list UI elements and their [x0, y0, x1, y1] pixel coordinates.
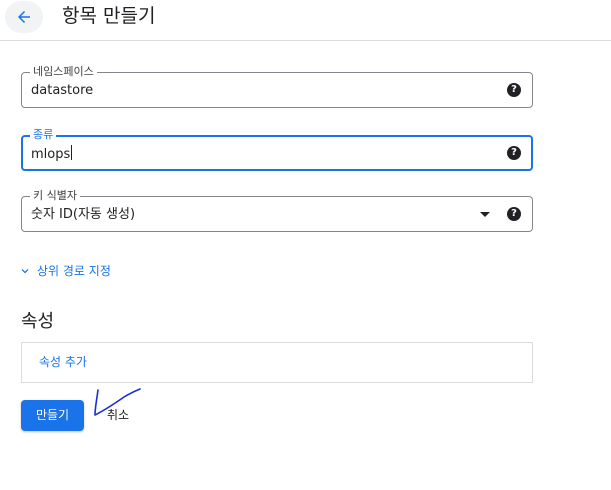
page-title: 항목 만들기	[62, 5, 156, 27]
key-identifier-label: 키 식별자	[30, 189, 80, 203]
page-header: 항목 만들기	[0, 0, 611, 41]
text-cursor	[71, 145, 73, 160]
add-property-button[interactable]: 속성 추가	[39, 354, 87, 370]
help-icon[interactable]: ?	[507, 207, 521, 221]
kind-input[interactable]: mlops	[31, 145, 73, 163]
namespace-field[interactable]: 네임스페이스 datastore ?	[21, 65, 533, 108]
properties-heading: 속성	[21, 311, 55, 332]
cancel-button[interactable]: 취소	[107, 407, 129, 423]
arrow-back-icon	[18, 11, 30, 23]
properties-panel: 속성 추가	[21, 342, 533, 383]
key-identifier-value: 숫자 ID(자동 생성)	[31, 207, 136, 222]
chevron-down-icon	[21, 269, 29, 274]
help-icon[interactable]: ?	[507, 83, 521, 97]
kind-field[interactable]: 종류 mlops ?	[21, 128, 533, 171]
key-identifier-select[interactable]: 키 식별자 숫자 ID(자동 생성) ?	[21, 189, 533, 232]
kind-label: 종류	[30, 128, 57, 142]
back-button[interactable]	[5, 1, 43, 33]
ancestor-path-toggle[interactable]: 상위 경로 지정	[18, 263, 111, 279]
namespace-label: 네임스페이스	[30, 65, 97, 79]
help-icon[interactable]: ?	[507, 146, 521, 160]
create-button[interactable]: 만들기	[21, 400, 84, 431]
kind-value: mlops	[31, 147, 71, 162]
ancestor-path-label: 상위 경로 지정	[37, 264, 111, 278]
dropdown-arrow-icon[interactable]	[480, 212, 490, 217]
namespace-value[interactable]: datastore	[31, 82, 93, 99]
